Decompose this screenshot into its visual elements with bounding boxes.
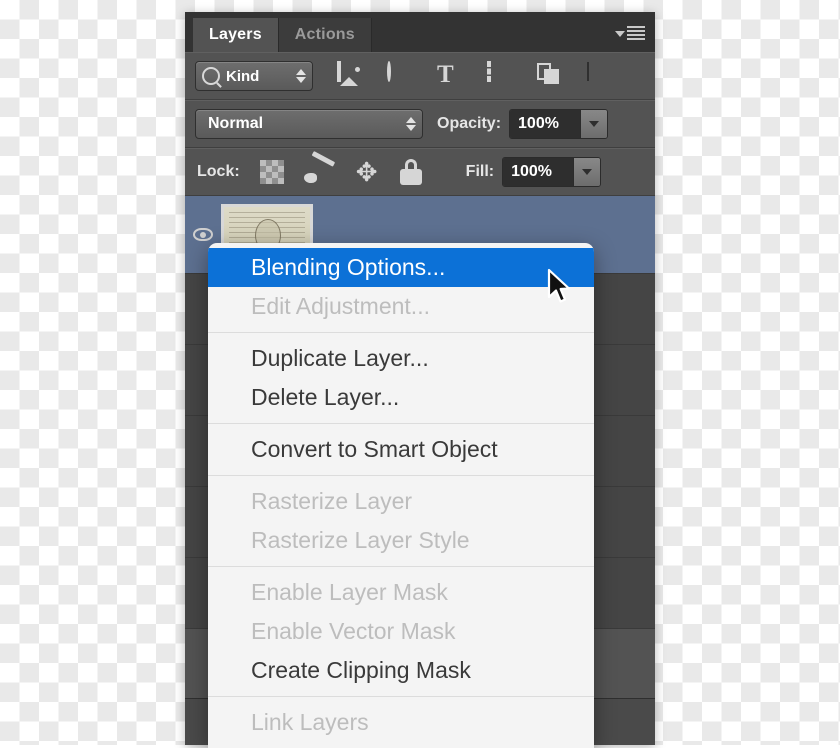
lock-icon-group: ✥ (259, 159, 422, 185)
pixel-layer-filter-icon[interactable] (337, 61, 365, 89)
menu-group-link: Link Layers (208, 697, 594, 748)
tab-layers[interactable]: Layers (193, 18, 279, 52)
menu-item-rasterize-layer-style: Rasterize Layer Style (251, 527, 470, 553)
layer-visibility-icon[interactable] (191, 223, 215, 247)
tab-layers-label: Layers (209, 26, 262, 43)
menu-group-blending: Blending Options... Edit Adjustment... (208, 243, 594, 332)
adjustment-layer-filter-icon[interactable] (387, 61, 415, 89)
lock-transparent-pixels-icon[interactable] (259, 160, 284, 184)
menu-item-blending-options[interactable]: Blending Options... (208, 248, 594, 287)
menu-item-convert-to-smart-object[interactable]: Convert to Smart Object (208, 430, 594, 469)
filter-kind-select[interactable]: Kind (195, 61, 313, 91)
layer-context-menu: Blending Options... Edit Adjustment... D… (208, 243, 594, 748)
filter-kind-label: Kind (226, 67, 260, 85)
type-layer-filter-icon[interactable]: T (437, 62, 465, 89)
panel-tab-strip: Layers Actions (185, 12, 655, 52)
menu-group-smart-object: Convert to Smart Object (208, 424, 594, 475)
blend-mode-select[interactable]: Normal (195, 109, 423, 139)
blend-mode-value: Normal (208, 115, 264, 132)
menu-group-rasterize: Rasterize Layer Rasterize Layer Style (208, 476, 594, 566)
lock-label: Lock: (197, 163, 240, 180)
filter-toggle-icon[interactable] (587, 62, 615, 89)
layer-filter-row: Kind T (185, 52, 655, 100)
smart-object-filter-icon[interactable] (537, 63, 565, 89)
menu-item-link-layers: Link Layers (251, 709, 369, 735)
opacity-input[interactable]: 100% (510, 110, 581, 138)
tab-actions[interactable]: Actions (278, 18, 372, 52)
menu-group-masks: Enable Layer Mask Enable Vector Mask Cre… (208, 567, 594, 696)
fill-control[interactable]: 100% (502, 157, 602, 187)
fill-dropdown-icon[interactable] (573, 158, 601, 186)
lock-position-icon[interactable]: ✥ (354, 159, 380, 185)
stepper-arrows-icon (296, 69, 306, 83)
stepper-arrows-icon (406, 117, 416, 131)
shape-layer-filter-icon[interactable] (487, 61, 515, 89)
menu-item-enable-layer-mask: Enable Layer Mask (251, 579, 448, 605)
filter-icon-group: T (337, 61, 615, 89)
menu-item-create-clipping-mask[interactable]: Create Clipping Mask (208, 651, 594, 690)
lock-row: Lock: ✥ Fill: 100% (185, 148, 655, 196)
fill-input[interactable]: 100% (503, 158, 574, 186)
fill-label: Fill: (465, 163, 495, 180)
lock-all-icon[interactable] (399, 159, 422, 185)
transparency-backdrop: Layers Actions Kind T Normal Opacity: 10… (0, 0, 840, 748)
panel-menu-icon[interactable] (613, 22, 647, 44)
menu-item-duplicate-layer[interactable]: Duplicate Layer... (208, 339, 594, 378)
hamburger-icon (627, 26, 645, 40)
blend-mode-row: Normal Opacity: 100% (185, 100, 655, 148)
chevron-down-icon (615, 30, 625, 37)
search-icon (202, 67, 220, 85)
menu-item-rasterize-layer: Rasterize Layer (251, 488, 413, 514)
tab-actions-label: Actions (294, 26, 355, 43)
lock-image-pixels-icon[interactable] (303, 160, 334, 184)
opacity-dropdown-icon[interactable] (580, 110, 608, 138)
menu-item-delete-layer[interactable]: Delete Layer... (208, 378, 594, 417)
menu-group-layer-ops: Duplicate Layer... Delete Layer... (208, 333, 594, 423)
opacity-control[interactable]: 100% (509, 109, 609, 139)
menu-item-enable-vector-mask: Enable Vector Mask (251, 618, 456, 644)
opacity-label: Opacity: (437, 115, 502, 132)
menu-item-edit-adjustment: Edit Adjustment... (251, 293, 430, 319)
